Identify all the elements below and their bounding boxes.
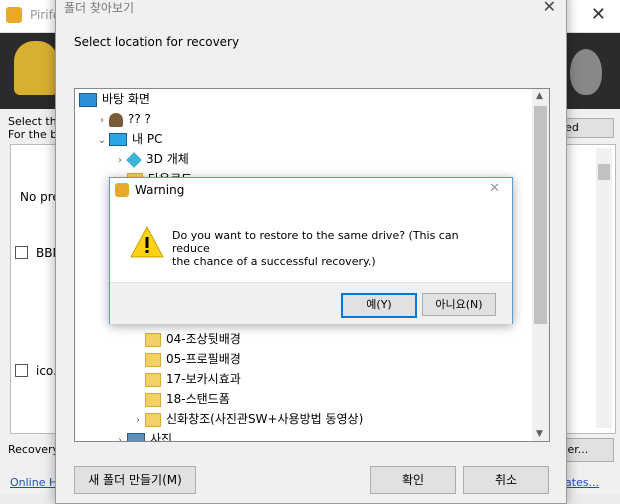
bbm-checkbox[interactable] bbox=[15, 246, 28, 259]
tree-item[interactable]: 05-프로필배경 bbox=[131, 349, 241, 369]
folder-icon bbox=[145, 412, 161, 427]
recuva-app-icon bbox=[6, 7, 22, 23]
ico-label: ico. bbox=[36, 364, 57, 378]
yes-button[interactable]: 예(Y) bbox=[341, 293, 417, 318]
close-icon[interactable]: ✕ bbox=[543, 0, 556, 16]
recuva-app-icon bbox=[115, 183, 129, 197]
user-icon bbox=[109, 112, 123, 127]
desktop-icon bbox=[79, 92, 97, 107]
warning-icon bbox=[130, 226, 164, 258]
warning-dialog-title: Warning bbox=[135, 183, 185, 197]
folder-icon bbox=[145, 352, 161, 367]
tree-item-label: 3D 개체 bbox=[146, 152, 189, 166]
pc-icon bbox=[109, 133, 127, 146]
tree-item-label: ?? ? bbox=[128, 112, 151, 126]
tree-item-label: 04-조상뒷배경 bbox=[166, 332, 241, 346]
tree-item[interactable]: › 신화창조(사진관SW+사용방법 동영상) bbox=[131, 409, 363, 429]
pictures-icon bbox=[127, 432, 145, 441]
tree-item-label: 17-보카시효과 bbox=[166, 372, 241, 386]
tree-item-label: 18-스탠드폼 bbox=[166, 392, 230, 406]
tree-item[interactable]: › 3D 개체 bbox=[113, 149, 189, 169]
tree-item[interactable]: 04-조상뒷배경 bbox=[131, 329, 241, 349]
tree-item-label: 바탕 화면 bbox=[102, 92, 150, 106]
tree-item-label: 05-프로필배경 bbox=[166, 352, 241, 366]
background-close-icon[interactable]: ✕ bbox=[591, 4, 606, 25]
warning-button-bar: 예(Y) 아니요(N) bbox=[110, 282, 512, 324]
tree-item[interactable]: 18-스탠드폼 bbox=[131, 389, 230, 409]
cancel-button[interactable]: 취소 bbox=[463, 466, 549, 494]
tree-scrollbar-thumb[interactable] bbox=[534, 106, 547, 324]
scroll-down-icon[interactable]: ▼ bbox=[536, 429, 543, 439]
3d-objects-icon bbox=[126, 151, 142, 168]
tree-item[interactable]: 바탕 화면 bbox=[79, 89, 150, 109]
tree-item[interactable]: › ?? ? bbox=[95, 109, 151, 129]
tree-scrollbar[interactable]: ▲ ▼ bbox=[532, 89, 549, 441]
folder-icon bbox=[145, 332, 161, 347]
ico-checkbox[interactable] bbox=[15, 364, 28, 377]
recuva-hardhat-logo bbox=[14, 41, 58, 95]
tree-item[interactable]: 17-보카시효과 bbox=[131, 369, 241, 389]
check-updates-link[interactable]: lates... bbox=[562, 476, 599, 489]
tree-item-label: 내 PC bbox=[132, 132, 163, 146]
folder-icon bbox=[145, 392, 161, 407]
background-scrollbar[interactable] bbox=[596, 148, 612, 428]
collapse-chevron-icon[interactable]: ⌄ bbox=[95, 131, 109, 151]
expand-chevron-icon[interactable]: › bbox=[113, 151, 127, 171]
expand-chevron-icon[interactable]: › bbox=[113, 431, 127, 441]
warning-message: Do you want to restore to the same drive… bbox=[172, 229, 459, 268]
tree-item[interactable]: › 사진 bbox=[113, 429, 173, 442]
recovery-label: Recovery bbox=[8, 443, 60, 456]
tree-item[interactable]: ⌄ 내 PC bbox=[95, 129, 162, 149]
warning-dialog: Warning ✕ Do you want to restore to the … bbox=[109, 177, 513, 324]
piriform-pear-logo bbox=[570, 49, 602, 95]
expand-chevron-icon[interactable]: › bbox=[131, 411, 145, 431]
browse-dialog-caption: Select location for recovery bbox=[74, 35, 240, 49]
no-button[interactable]: 아니요(N) bbox=[422, 293, 496, 316]
scroll-up-icon[interactable]: ▲ bbox=[536, 91, 543, 101]
tree-item-label: 사진 bbox=[150, 432, 173, 442]
new-folder-button[interactable]: 새 폴더 만들기(M) bbox=[74, 466, 196, 494]
ok-button[interactable]: 확인 bbox=[370, 466, 456, 494]
overwrite-button[interactable]: ver... bbox=[560, 438, 614, 462]
expand-chevron-icon[interactable]: › bbox=[95, 111, 109, 131]
folder-icon bbox=[145, 372, 161, 387]
tree-item-label: 신화창조(사진관SW+사용방법 동영상) bbox=[166, 412, 364, 426]
browse-dialog-title: 폴더 찾아보기 bbox=[64, 1, 135, 15]
no-preview-text: No pre bbox=[20, 190, 60, 204]
warning-close-icon[interactable]: ✕ bbox=[489, 181, 500, 196]
